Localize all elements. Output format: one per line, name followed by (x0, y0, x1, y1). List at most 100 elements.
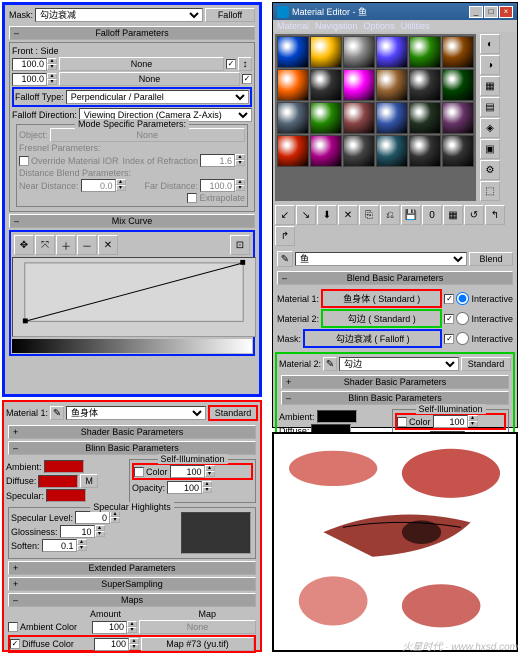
mask-check[interactable]: ✓ (444, 334, 454, 344)
material-slot-13[interactable] (310, 102, 342, 134)
gloss-spinner[interactable]: ▴▾ (60, 525, 105, 538)
front-map[interactable]: None (59, 57, 224, 71)
assign-icon[interactable]: ⬇ (317, 205, 337, 225)
go-sibling-icon[interactable]: ↱ (275, 226, 295, 246)
front-spinner[interactable]: ▴▾ (12, 58, 57, 71)
menu-utilities[interactable]: Utilities (401, 21, 430, 31)
amb-map-check[interactable] (8, 622, 18, 632)
maps-rollout[interactable]: Maps (8, 593, 256, 607)
zoom-icon[interactable]: ⊡ (230, 235, 250, 255)
get-material-icon[interactable]: ↙ (275, 205, 295, 225)
mat2-check[interactable]: ✓ (444, 314, 454, 324)
show-end-icon[interactable]: ↺ (464, 205, 484, 225)
mat1-button[interactable]: 鱼身体 ( Standard ) (321, 289, 442, 308)
make-unique-icon[interactable]: ⎌ (380, 205, 400, 225)
put-to-scene-icon[interactable]: ↘ (296, 205, 316, 225)
go-parent-icon[interactable]: ↰ (485, 205, 505, 225)
delete-point-icon[interactable]: － (77, 235, 97, 255)
m1-diffuse-swatch[interactable] (38, 475, 78, 488)
material-slot-15[interactable] (376, 102, 408, 134)
falloff-type-select[interactable]: Perpendicular / Parallel (66, 90, 249, 104)
side-map[interactable]: None (59, 72, 240, 86)
m2-blinn-rollout[interactable]: Blinn Basic Parameters (281, 391, 509, 405)
material-slot-22[interactable] (409, 135, 441, 167)
m2-color-check[interactable] (397, 417, 407, 427)
preview-icon[interactable]: ▣ (480, 139, 500, 159)
material-slot-1[interactable] (310, 36, 342, 68)
material-slot-10[interactable] (409, 69, 441, 101)
make-copy-icon[interactable]: ⎘ (359, 205, 379, 225)
material-slots[interactable] (275, 34, 476, 201)
material-slot-9[interactable] (376, 69, 408, 101)
m1-specular-swatch[interactable] (46, 489, 86, 502)
material-slot-8[interactable] (343, 69, 375, 101)
amb-amount-spinner[interactable]: ▴▾ (92, 621, 137, 634)
select-by-icon[interactable]: ⬚ (480, 181, 500, 201)
mat1-radio[interactable] (456, 292, 469, 305)
m2-name[interactable]: 勾边 (339, 357, 459, 371)
options-icon[interactable]: ⚙ (480, 160, 500, 180)
material-slot-7[interactable] (310, 69, 342, 101)
m1-color-spinner[interactable]: ▴▾ (170, 465, 215, 478)
close-button[interactable]: × (499, 6, 513, 18)
mixcurve-rollout[interactable]: Mix Curve (9, 214, 255, 228)
sample-type-icon[interactable]: ◐ (480, 34, 500, 54)
material-slot-12[interactable] (277, 102, 309, 134)
pick-icon[interactable]: ✎ (277, 251, 293, 267)
m1-pick-icon[interactable]: ✎ (50, 406, 64, 420)
material-slot-4[interactable] (409, 36, 441, 68)
material-slot-18[interactable] (277, 135, 309, 167)
m2-pick-icon[interactable]: ✎ (323, 357, 337, 371)
dif-amount-spinner[interactable]: ▴▾ (94, 638, 139, 651)
menu-material[interactable]: Material (277, 21, 309, 31)
reset-map-icon[interactable]: ✕ (338, 205, 358, 225)
menu-navigation[interactable]: Navigation (315, 21, 358, 31)
extended-rollout[interactable]: Extended Parameters (8, 561, 256, 575)
m2-shader-rollout[interactable]: Shader Basic Parameters (281, 375, 509, 389)
material-slot-5[interactable] (442, 36, 474, 68)
dif-map-check[interactable]: ✓ (10, 639, 20, 649)
amb-map-button[interactable]: None (139, 620, 256, 634)
m1-ambient-swatch[interactable] (44, 460, 84, 473)
m2-ambient-swatch[interactable] (317, 410, 357, 423)
material-slot-17[interactable] (442, 102, 474, 134)
material-slot-19[interactable] (310, 135, 342, 167)
blend-type-button[interactable]: Blend (469, 252, 513, 266)
material-slot-3[interactable] (376, 36, 408, 68)
soften-spinner[interactable]: ▴▾ (42, 539, 87, 552)
m1-opacity-spinner[interactable]: ▴▾ (167, 481, 212, 494)
backlight-icon[interactable]: ◑ (480, 55, 500, 75)
side-check[interactable]: ✓ (242, 74, 252, 84)
m1-color-check[interactable] (134, 467, 144, 477)
show-in-vp-icon[interactable]: ▦ (443, 205, 463, 225)
minimize-button[interactable]: _ (469, 6, 483, 18)
material-slot-16[interactable] (409, 102, 441, 134)
mat1-check[interactable]: ✓ (444, 294, 454, 304)
material-slot-11[interactable] (442, 69, 474, 101)
blend-rollout[interactable]: Blend Basic Parameters (277, 271, 513, 285)
m1-blinn-rollout[interactable]: Blinn Basic Parameters (8, 441, 256, 455)
m2-color-spinner[interactable]: ▴▾ (433, 415, 478, 428)
video-check-icon[interactable]: ◈ (480, 118, 500, 138)
swap-icon[interactable]: ↕ (238, 57, 252, 71)
mat2-button[interactable]: 勾边 ( Standard ) (321, 309, 442, 328)
material-slot-2[interactable] (343, 36, 375, 68)
background-icon[interactable]: ▦ (480, 76, 500, 96)
dif-map-button[interactable]: Map #73 (yu.tif) (141, 637, 254, 651)
material-slot-21[interactable] (376, 135, 408, 167)
material-slot-20[interactable] (343, 135, 375, 167)
material-slot-6[interactable] (277, 69, 309, 101)
menu-options[interactable]: Options (364, 21, 395, 31)
m1-shader-rollout[interactable]: Shader Basic Parameters (8, 425, 256, 439)
move-icon[interactable]: ✥ (14, 235, 34, 255)
side-spinner[interactable]: ▴▾ (12, 73, 57, 86)
slot-name-select[interactable]: 鱼 (295, 252, 467, 266)
supersampling-rollout[interactable]: SuperSampling (8, 577, 256, 591)
reset-icon[interactable]: ✕ (98, 235, 118, 255)
mat2-radio[interactable] (456, 312, 469, 325)
m2-type[interactable]: Standard (461, 357, 511, 371)
mask-select[interactable]: 勾边衰减 (35, 8, 203, 22)
m1-diffuse-map-m[interactable]: M (80, 474, 98, 488)
maximize-button[interactable]: □ (484, 6, 498, 18)
material-slot-0[interactable] (277, 36, 309, 68)
